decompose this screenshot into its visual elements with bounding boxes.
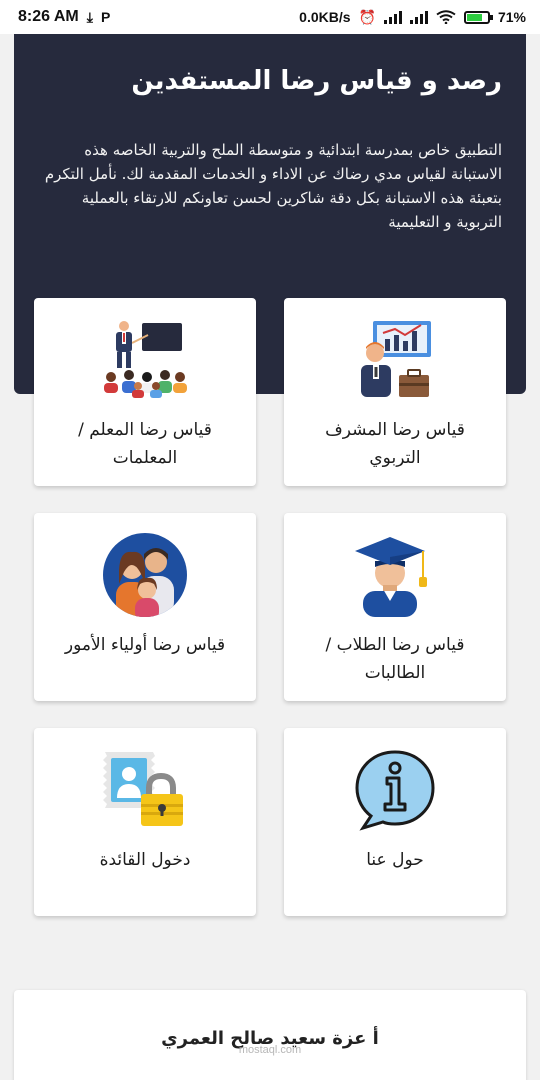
supervisor-satisfaction-button[interactable]: قياس رضا المشرف التربوي — [284, 298, 506, 486]
info-speech-bubble-icon — [349, 746, 441, 834]
locked-profile-icon — [99, 746, 191, 834]
students-satisfaction-label: قياس رضا الطلاب /الطالبات — [325, 635, 465, 683]
about-us-label: حول عنا — [366, 850, 424, 870]
teacher-satisfaction-label: قياس رضا المعلم / المعلمات — [78, 420, 212, 468]
status-bar: 8:26 AM ⤓ P 0.0KB/s ⏰ 71% — [0, 0, 540, 34]
supervisor-satisfaction-label: قياس رضا المشرف التربوي — [325, 420, 465, 468]
signal-icon — [383, 10, 402, 24]
teacher-satisfaction-button[interactable]: قياس رضا المعلم / المعلمات — [34, 298, 256, 486]
graduate-cap-icon — [349, 531, 441, 619]
net-speed: 0.0KB/s — [299, 9, 351, 25]
page-description: التطبيق خاص بمدرسة ابتدائية و متوسطة الم… — [44, 141, 502, 231]
status-time: 8:26 AM — [18, 8, 79, 25]
download-icon: ⤓ — [86, 8, 93, 25]
leader-login-button[interactable]: دخول القائدة — [34, 728, 256, 916]
wifi-icon — [436, 10, 456, 24]
students-satisfaction-button[interactable]: قياس رضا الطلاب /الطالبات — [284, 513, 506, 701]
alarm-icon: ⏰ — [358, 8, 376, 25]
battery-percent: 71% — [497, 9, 526, 25]
footer-card: أ عزة سعيد صالح العمري mostaql.com — [14, 990, 526, 1080]
supervisor-chart-icon — [349, 316, 441, 404]
page-title: رصد و قياس رضا المستفدين — [131, 66, 502, 96]
parking-icon: P — [100, 9, 111, 25]
status-bar-right: 0.0KB/s ⏰ 71% — [299, 9, 526, 26]
leader-login-label: دخول القائدة — [99, 850, 191, 870]
parents-satisfaction-button[interactable]: قياس رضا أولياء الأمور — [34, 513, 256, 701]
battery-icon — [463, 10, 493, 24]
signal-icon — [409, 10, 428, 24]
teacher-presentation-icon — [99, 316, 191, 404]
watermark: mostaql.com — [238, 1044, 302, 1056]
family-icon — [99, 531, 191, 619]
parents-satisfaction-label: قياس رضا أولياء الأمور — [64, 635, 226, 655]
status-bar-left: 8:26 AM ⤓ P — [18, 8, 110, 26]
about-us-button[interactable]: حول عنا — [284, 728, 506, 916]
